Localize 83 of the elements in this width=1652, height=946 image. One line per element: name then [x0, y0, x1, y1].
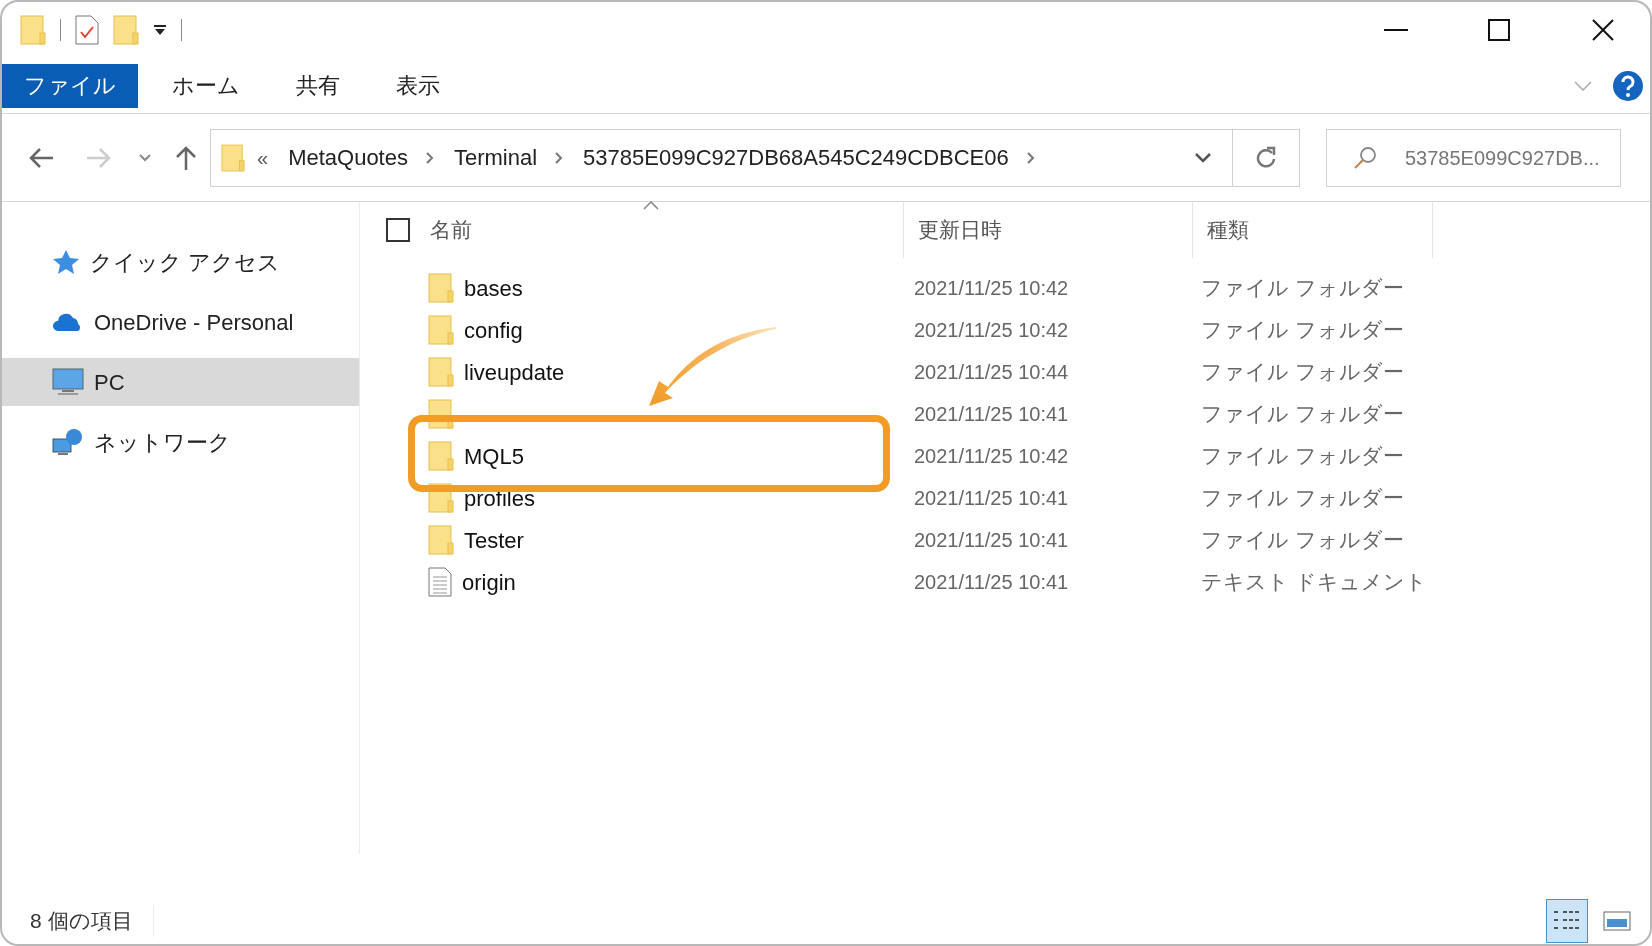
- file-row[interactable]: bases 2021/11/25 10:42 ファイル フォルダー: [360, 267, 1650, 309]
- monitor-icon: [52, 368, 84, 396]
- file-row[interactable]: liveupdate 2021/11/25 10:44 ファイル フォルダー: [360, 351, 1650, 393]
- column-header[interactable]: 名前: [410, 202, 904, 258]
- minimize-icon[interactable]: [1384, 28, 1408, 32]
- ribbon-tab[interactable]: 表示: [370, 63, 466, 108]
- recent-caret-icon[interactable]: [138, 152, 152, 163]
- file-type: ファイル フォルダー: [1200, 443, 1404, 470]
- file-type: ファイル フォルダー: [1200, 275, 1404, 302]
- sidebar-label: ネットワーク: [94, 428, 231, 457]
- file-type: ファイル フォルダー: [1200, 359, 1404, 386]
- file-name: config: [464, 316, 523, 345]
- overflow-chevron[interactable]: «: [257, 142, 269, 173]
- chevron-right-icon[interactable]: [425, 151, 434, 164]
- file-type: ファイル フォルダー: [1200, 317, 1404, 344]
- sidebar-label: クイック アクセス: [90, 248, 281, 277]
- refresh-icon[interactable]: [1255, 145, 1277, 170]
- folder-icon: [428, 525, 454, 555]
- file-type: ファイル フォルダー: [1200, 527, 1404, 554]
- dropdown-caret-icon[interactable]: [1194, 151, 1212, 164]
- file-row[interactable]: profiles 2021/11/25 10:41 ファイル フォルダー: [360, 477, 1650, 519]
- ribbon-tab[interactable]: ファイル: [2, 63, 138, 108]
- search-field[interactable]: 53785E099C927DB...: [1326, 128, 1621, 187]
- folder-icon: [221, 142, 245, 173]
- breadcrumb[interactable]: Terminal: [453, 141, 538, 174]
- column-header[interactable]: 種類: [1193, 202, 1433, 258]
- folder-icon: [428, 273, 454, 303]
- file-name: MQL5: [464, 442, 524, 471]
- column-header[interactable]: 更新日時: [904, 202, 1193, 258]
- modified-date: 2021/11/25 10:42: [913, 276, 1070, 301]
- modified-date: 2021/11/25 10:42: [913, 318, 1070, 343]
- select-all-checkbox[interactable]: [386, 218, 410, 242]
- ribbon-tab[interactable]: ホーム: [146, 63, 266, 108]
- customize-caret-icon[interactable]: [153, 24, 167, 36]
- file-row[interactable]: 2021/11/25 10:41 ファイル フォルダー: [360, 393, 1650, 435]
- file-name: profiles: [464, 484, 535, 513]
- close-icon[interactable]: [1592, 19, 1614, 41]
- address-bar[interactable]: « MetaQuotes Terminal 53785E099C927DB68A545C249CDBCE06: [210, 128, 1300, 187]
- file-name: Tester: [464, 526, 524, 555]
- breadcrumb[interactable]: 53785E099C927DB68A545C249CDBCE06: [583, 141, 1009, 174]
- folder-icon: [428, 357, 454, 387]
- file-row[interactable]: origin 2021/11/25 10:41 テキスト ドキュメント: [360, 561, 1650, 603]
- folder-icon: [428, 315, 454, 345]
- image-view-icon: [1603, 911, 1631, 931]
- modified-date: 2021/11/25 10:44: [913, 360, 1070, 385]
- chevron-right-icon[interactable]: [1026, 151, 1035, 164]
- file-name: bases: [464, 274, 523, 303]
- ribbon-tab[interactable]: 共有: [270, 63, 366, 108]
- sidebar-label: PC: [94, 368, 125, 397]
- file-row[interactable]: Tester 2021/11/25 10:41 ファイル フォルダー: [360, 519, 1650, 561]
- breadcrumb[interactable]: MetaQuotes: [288, 141, 408, 174]
- modified-date: 2021/11/25 10:41: [913, 570, 1070, 595]
- modified-date: 2021/11/25 10:41: [913, 402, 1070, 427]
- file-type: テキスト ドキュメント: [1200, 569, 1427, 596]
- chevron-right-icon[interactable]: [555, 151, 564, 164]
- sidebar-item[interactable]: PC: [2, 358, 359, 406]
- file-name: origin: [462, 568, 516, 597]
- file-name: liveupdate: [464, 358, 565, 387]
- back-icon[interactable]: [28, 146, 54, 169]
- file-row[interactable]: MQL5 2021/11/25 10:42 ファイル フォルダー: [360, 435, 1650, 477]
- search-icon: [1353, 145, 1377, 170]
- star-icon: [52, 249, 80, 275]
- file-row[interactable]: config 2021/11/25 10:42 ファイル フォルダー: [360, 309, 1650, 351]
- sidebar-label: OneDrive - Personal: [94, 308, 294, 337]
- modified-date: 2021/11/25 10:42: [913, 444, 1070, 469]
- text-file-icon: [428, 567, 452, 597]
- modified-date: 2021/11/25 10:41: [913, 486, 1070, 511]
- file-type: ファイル フォルダー: [1200, 401, 1404, 428]
- file-type: ファイル フォルダー: [1200, 485, 1404, 512]
- up-icon[interactable]: [174, 144, 198, 171]
- modified-date: 2021/11/25 10:41: [913, 528, 1070, 553]
- sidebar-item[interactable]: ネットワーク: [2, 418, 359, 466]
- help-icon[interactable]: [1612, 69, 1644, 102]
- network-icon: [52, 428, 84, 456]
- sidebar-item[interactable]: クイック アクセス: [2, 238, 359, 286]
- properties-icon[interactable]: [75, 15, 99, 45]
- sort-caret-icon: [643, 201, 659, 210]
- maximize-icon[interactable]: [1488, 19, 1510, 41]
- expand-ribbon-icon[interactable]: [1574, 80, 1592, 91]
- item-count: 8 個の項目: [30, 905, 154, 937]
- details-view-button[interactable]: [1546, 899, 1588, 943]
- folder-icon: [428, 441, 454, 471]
- sidebar-item[interactable]: OneDrive - Personal: [2, 298, 359, 346]
